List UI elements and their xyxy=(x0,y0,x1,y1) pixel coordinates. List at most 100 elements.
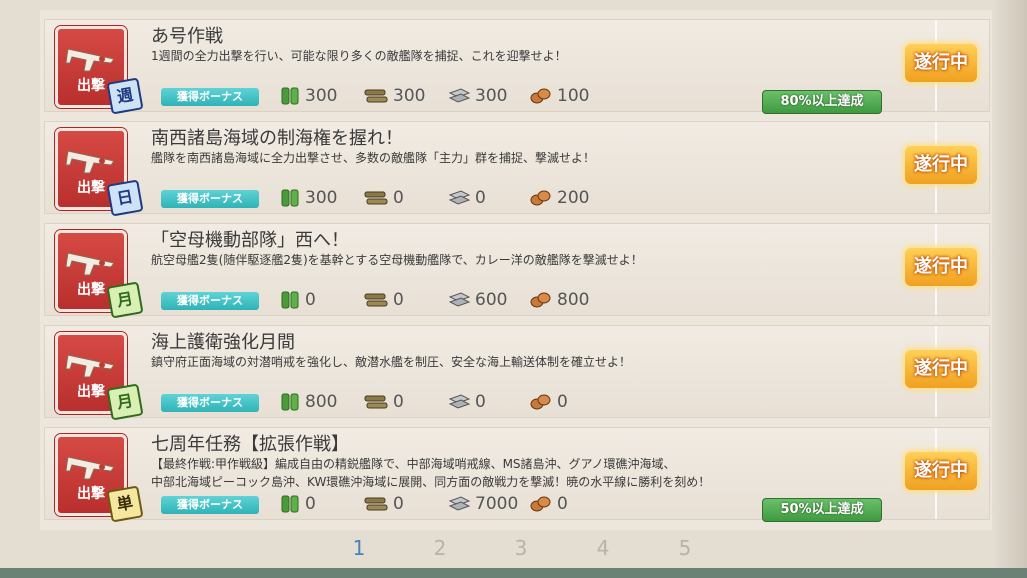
ammo-reward: 0 xyxy=(363,388,404,416)
fuel-value: 300 xyxy=(305,86,338,106)
bonus-badge: 獲得ボーナス xyxy=(161,190,259,208)
plane-icon xyxy=(64,35,118,75)
bauxite-value: 200 xyxy=(557,188,590,208)
status-in-progress-button[interactable]: 遂行中 xyxy=(905,44,977,82)
bauxite-reward: 0 xyxy=(529,490,568,518)
frequency-badge: 月 xyxy=(106,383,144,421)
fuel-reward: 300 xyxy=(279,184,337,212)
steel-value: 300 xyxy=(475,86,508,106)
bauxite-reward: 200 xyxy=(529,184,589,212)
ammo-reward: 0 xyxy=(363,490,404,518)
steel-icon xyxy=(447,86,475,106)
ammo-icon xyxy=(363,86,393,106)
plane-icon xyxy=(64,443,118,483)
quest-description: 1週間の全力出撃を行い、可能な限り多くの敵艦隊を捕捉、これを迎撃せよ！ xyxy=(151,47,567,65)
ammo-icon xyxy=(363,392,393,412)
ammo-value: 0 xyxy=(393,290,404,310)
ammo-value: 0 xyxy=(393,392,404,412)
bauxite-reward: 800 xyxy=(529,286,589,314)
page-5[interactable]: 5 xyxy=(670,536,700,560)
page-4[interactable]: 4 xyxy=(588,536,618,560)
description-line: 艦隊を南西諸島海域に全力出撃させ、多数の敵艦隊「主力」群を捕捉、撃滅せよ！ xyxy=(151,151,596,165)
ammo-value: 0 xyxy=(393,494,404,514)
status-in-progress-button[interactable]: 遂行中 xyxy=(905,146,977,184)
bauxite-reward: 100 xyxy=(529,82,589,110)
description-line: 1週間の全力出撃を行い、可能な限り多くの敵艦隊を捕捉、これを迎撃せよ！ xyxy=(151,49,567,63)
steel-reward: 0 xyxy=(447,184,486,212)
ammo-value: 300 xyxy=(393,86,426,106)
bonus-badge: 獲得ボーナス xyxy=(161,292,259,310)
steel-reward: 0 xyxy=(447,388,486,416)
bauxite-icon xyxy=(529,188,557,208)
fuel-icon xyxy=(279,392,305,412)
bauxite-reward: 0 xyxy=(529,388,568,416)
fuel-reward: 300 xyxy=(279,82,337,110)
bauxite-icon xyxy=(529,290,557,310)
quest-row[interactable]: 出撃月海上護衛強化月間 鎮守府正面海域の対潜哨戒を強化し、敵潜水艦を制圧、安全な海… xyxy=(44,325,990,421)
ammo-reward: 300 xyxy=(363,82,425,110)
status-in-progress-button[interactable]: 遂行中 xyxy=(905,452,977,490)
quest-row[interactable]: 出撃月「空母機動部隊」西へ！ 航空母艦2隻(随伴駆逐艦2隻)を基幹とする空母機動艦… xyxy=(44,223,990,319)
plane-icon xyxy=(64,137,118,177)
steel-reward: 7000 xyxy=(447,490,518,518)
frequency-badge: 月 xyxy=(106,281,144,319)
fuel-icon xyxy=(279,188,305,208)
fuel-icon xyxy=(279,86,305,106)
fuel-value: 300 xyxy=(305,188,338,208)
steel-value: 7000 xyxy=(475,494,519,514)
quest-row[interactable]: 出撃単七周年任務【拡張作戦】 【最終作戦:甲作戦級】編成自由の精鋭艦隊で、中部海域… xyxy=(44,427,990,523)
steel-reward: 600 xyxy=(447,286,507,314)
fuel-value: 0 xyxy=(305,290,316,310)
bonus-badge: 獲得ボーナス xyxy=(161,88,259,106)
quest-description: 【最終作戦:甲作戦級】編成自由の精鋭艦隊で、中部海域哨戒線、MS諸島沖、グアノ環… xyxy=(151,455,710,491)
ammo-icon xyxy=(363,290,393,310)
bauxite-icon xyxy=(529,392,557,412)
bauxite-value: 0 xyxy=(557,392,568,412)
quest-title: あ号作戦 xyxy=(151,26,223,47)
quest-row[interactable]: 出撃週あ号作戦 1週間の全力出撃を行い、可能な限り多くの敵艦隊を捕捉、これを迎撃せ… xyxy=(44,19,990,115)
steel-value: 0 xyxy=(475,188,486,208)
bauxite-value: 100 xyxy=(557,86,590,106)
steel-value: 600 xyxy=(475,290,508,310)
steel-icon xyxy=(447,290,475,310)
page-2[interactable]: 2 xyxy=(425,536,455,560)
fuel-reward: 800 xyxy=(279,388,337,416)
frequency-badge: 日 xyxy=(106,179,144,217)
ammo-icon xyxy=(363,188,393,208)
frequency-badge: 単 xyxy=(106,485,144,523)
page-3[interactable]: 3 xyxy=(506,536,536,560)
bauxite-value: 800 xyxy=(557,290,590,310)
ammo-reward: 0 xyxy=(363,184,404,212)
quest-title: 七周年任務【拡張作戦】 xyxy=(151,434,349,455)
quest-title: 南西諸島海域の制海権を握れ！ xyxy=(151,128,403,149)
frequency-badge: 週 xyxy=(106,77,144,115)
fuel-reward: 0 xyxy=(279,490,316,518)
bauxite-icon xyxy=(529,494,557,514)
bonus-badge: 獲得ボーナス xyxy=(161,394,259,412)
description-line: 中部北海域ピーコック島沖、KW環礁沖海域に展開、同方面の敵戦力を撃滅！暁の水平線… xyxy=(151,475,711,489)
bottom-edge xyxy=(0,568,1027,578)
plane-icon xyxy=(64,239,118,279)
status-in-progress-button[interactable]: 遂行中 xyxy=(905,350,977,388)
description-line: 鎮守府正面海域の対潜哨戒を強化し、敵潜水艦を制圧、安全な海上輸送体制を確立せよ！ xyxy=(151,355,632,369)
plane-icon xyxy=(64,341,118,381)
ammo-value: 0 xyxy=(393,188,404,208)
description-line: 航空母艦2隻(随伴駆逐艦2隻)を基幹とする空母機動艦隊で、カレー洋の敵艦隊を撃滅… xyxy=(151,253,643,267)
bauxite-icon xyxy=(529,86,557,106)
quest-row[interactable]: 出撃日南西諸島海域の制海権を握れ！ 艦隊を南西諸島海域に全力出撃させ、多数の敵艦隊… xyxy=(44,121,990,217)
bonus-badge: 獲得ボーナス xyxy=(161,496,259,514)
ammo-reward: 0 xyxy=(363,286,404,314)
fuel-reward: 0 xyxy=(279,286,316,314)
quest-title: 海上護衛強化月間 xyxy=(151,332,295,353)
bauxite-value: 0 xyxy=(557,494,568,514)
steel-icon xyxy=(447,494,475,514)
page-1[interactable]: 1 xyxy=(344,536,374,560)
fuel-icon xyxy=(279,290,305,310)
steel-value: 0 xyxy=(475,392,486,412)
fuel-icon xyxy=(279,494,305,514)
steel-icon xyxy=(447,392,475,412)
status-in-progress-button[interactable]: 遂行中 xyxy=(905,248,977,286)
fuel-value: 0 xyxy=(305,494,316,514)
steel-reward: 300 xyxy=(447,82,507,110)
quest-description: 艦隊を南西諸島海域に全力出撃させ、多数の敵艦隊「主力」群を捕捉、撃滅せよ！ xyxy=(151,149,595,167)
